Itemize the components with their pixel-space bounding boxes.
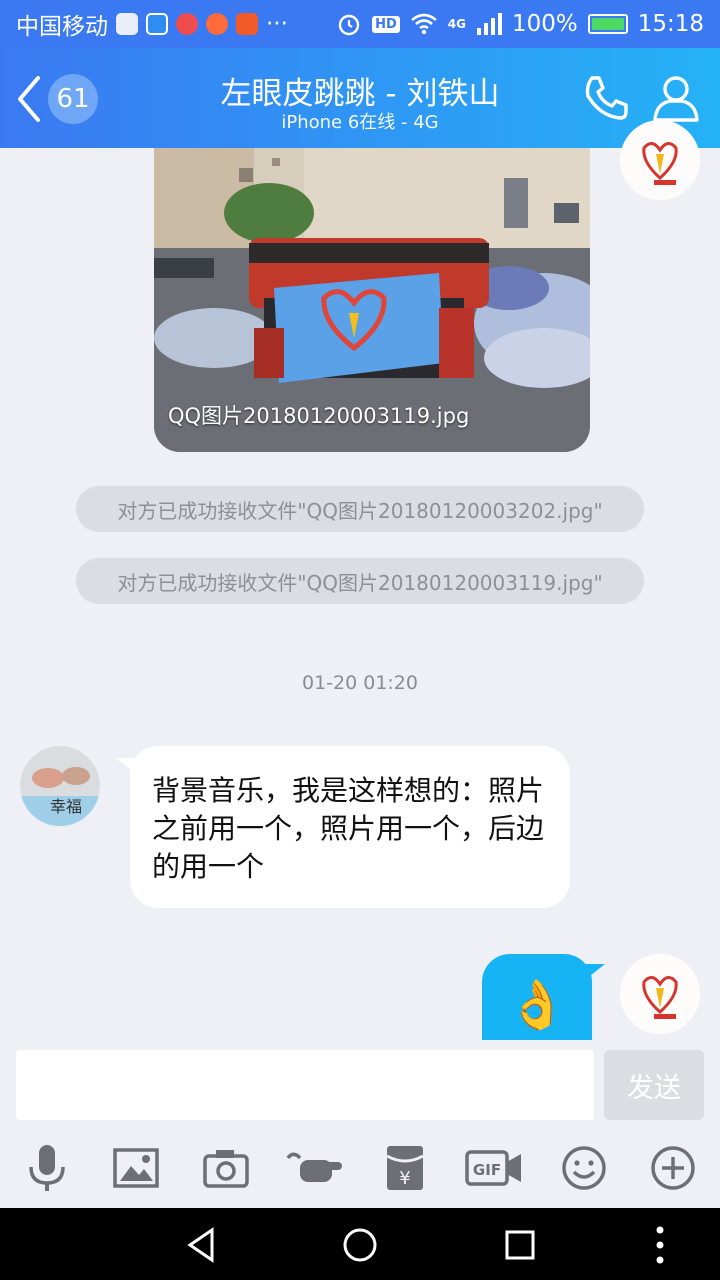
poke-button[interactable]	[285, 1138, 345, 1198]
alarm-icon	[338, 14, 360, 36]
red-packet-label: ¥	[399, 1168, 410, 1189]
red-packet-icon: ¥	[386, 1146, 424, 1190]
mic-icon	[29, 1145, 65, 1191]
app-notification-icon	[116, 13, 138, 35]
carrier-label: 中国移动	[16, 14, 108, 40]
contact-avatar-image: 幸福	[20, 746, 100, 826]
system-message: 对方已成功接收文件"QQ图片20180120003119.jpg"	[76, 558, 644, 604]
chat-header: 61 左眼皮跳跳 - 刘铁山 iPhone 6在线 - 4G	[0, 48, 720, 148]
input-area: 发送 ¥ GIF	[0, 1040, 720, 1208]
system-nav-bar	[0, 1208, 720, 1280]
unread-count-badge[interactable]: 61	[48, 74, 98, 124]
message-input[interactable]	[16, 1050, 594, 1120]
player-app-icon	[206, 13, 228, 35]
incoming-message[interactable]: 背景音乐，我是这样想的：照片之前用一个，照片用一个，后边的用一个	[130, 746, 570, 908]
chevron-left-icon	[18, 76, 40, 122]
gif-button[interactable]: GIF	[464, 1138, 524, 1198]
hd-voice-icon: HD	[372, 15, 400, 33]
poke-icon	[286, 1152, 343, 1182]
vertical-dots-icon	[656, 1226, 664, 1264]
nav-recents-button[interactable]	[495, 1220, 545, 1270]
gallery-button[interactable]	[106, 1138, 166, 1198]
ok-hand-icon: 👌	[507, 976, 567, 1033]
nav-home-button[interactable]	[335, 1220, 385, 1270]
svg-text:幸福: 幸福	[50, 797, 82, 816]
circle-home-icon	[343, 1228, 377, 1262]
gif-icon: GIF	[465, 1150, 522, 1186]
square-recents-icon	[505, 1230, 535, 1260]
plus-icon	[651, 1146, 695, 1190]
profile-button[interactable]	[650, 72, 702, 124]
voice-call-button[interactable]	[580, 72, 632, 124]
contact-status: iPhone 6在线 - 4G	[281, 112, 439, 133]
video-app-icon	[146, 13, 168, 35]
nav-back-button[interactable]	[176, 1220, 226, 1270]
my-avatar[interactable]	[620, 120, 700, 200]
photo-message[interactable]: QQ图片20180120003119.jpg	[154, 148, 590, 452]
status-bar: 中国移动 ··· HD 4G 100% 15:18	[0, 0, 720, 48]
triangle-back-icon	[187, 1227, 214, 1263]
system-message: 对方已成功接收文件"QQ图片20180120003202.jpg"	[76, 486, 644, 532]
emoji-button[interactable]	[554, 1138, 614, 1198]
map-app-icon	[176, 13, 198, 35]
camera-icon	[203, 1150, 249, 1188]
message-timestamp: 01-20 01:20	[301, 672, 418, 694]
heart-logo-icon	[620, 954, 700, 1034]
gif-label: GIF	[473, 1161, 501, 1179]
clock: 15:18	[637, 11, 704, 37]
my-avatar[interactable]	[620, 954, 700, 1034]
image-icon	[113, 1148, 159, 1188]
wifi-icon	[410, 13, 437, 35]
heart-logo-icon	[620, 120, 700, 200]
outgoing-emoji-message[interactable]: 👌	[482, 954, 592, 1054]
battery-icon	[587, 14, 628, 34]
nav-menu-button[interactable]	[635, 1220, 685, 1270]
red-packet-button[interactable]: ¥	[375, 1138, 435, 1198]
signal-icon	[476, 13, 502, 35]
contact-avatar[interactable]: 幸福	[20, 746, 100, 826]
emoji-icon	[562, 1146, 606, 1190]
play-app-icon	[236, 13, 258, 35]
photo-filename: QQ图片20180120003119.jpg	[168, 404, 470, 428]
more-button[interactable]	[643, 1138, 703, 1198]
chat-title: 左眼皮跳跳 - 刘铁山	[220, 76, 500, 112]
network-type: 4G	[447, 17, 466, 31]
more-notifications-icon: ···	[266, 11, 288, 37]
send-button[interactable]: 发送	[604, 1050, 704, 1120]
camera-button[interactable]	[196, 1138, 256, 1198]
phone-icon	[585, 76, 628, 120]
input-toolbar: ¥ GIF	[0, 1138, 720, 1198]
user-icon	[653, 76, 699, 122]
voice-button[interactable]	[17, 1138, 77, 1198]
battery-percent: 100%	[511, 11, 578, 37]
